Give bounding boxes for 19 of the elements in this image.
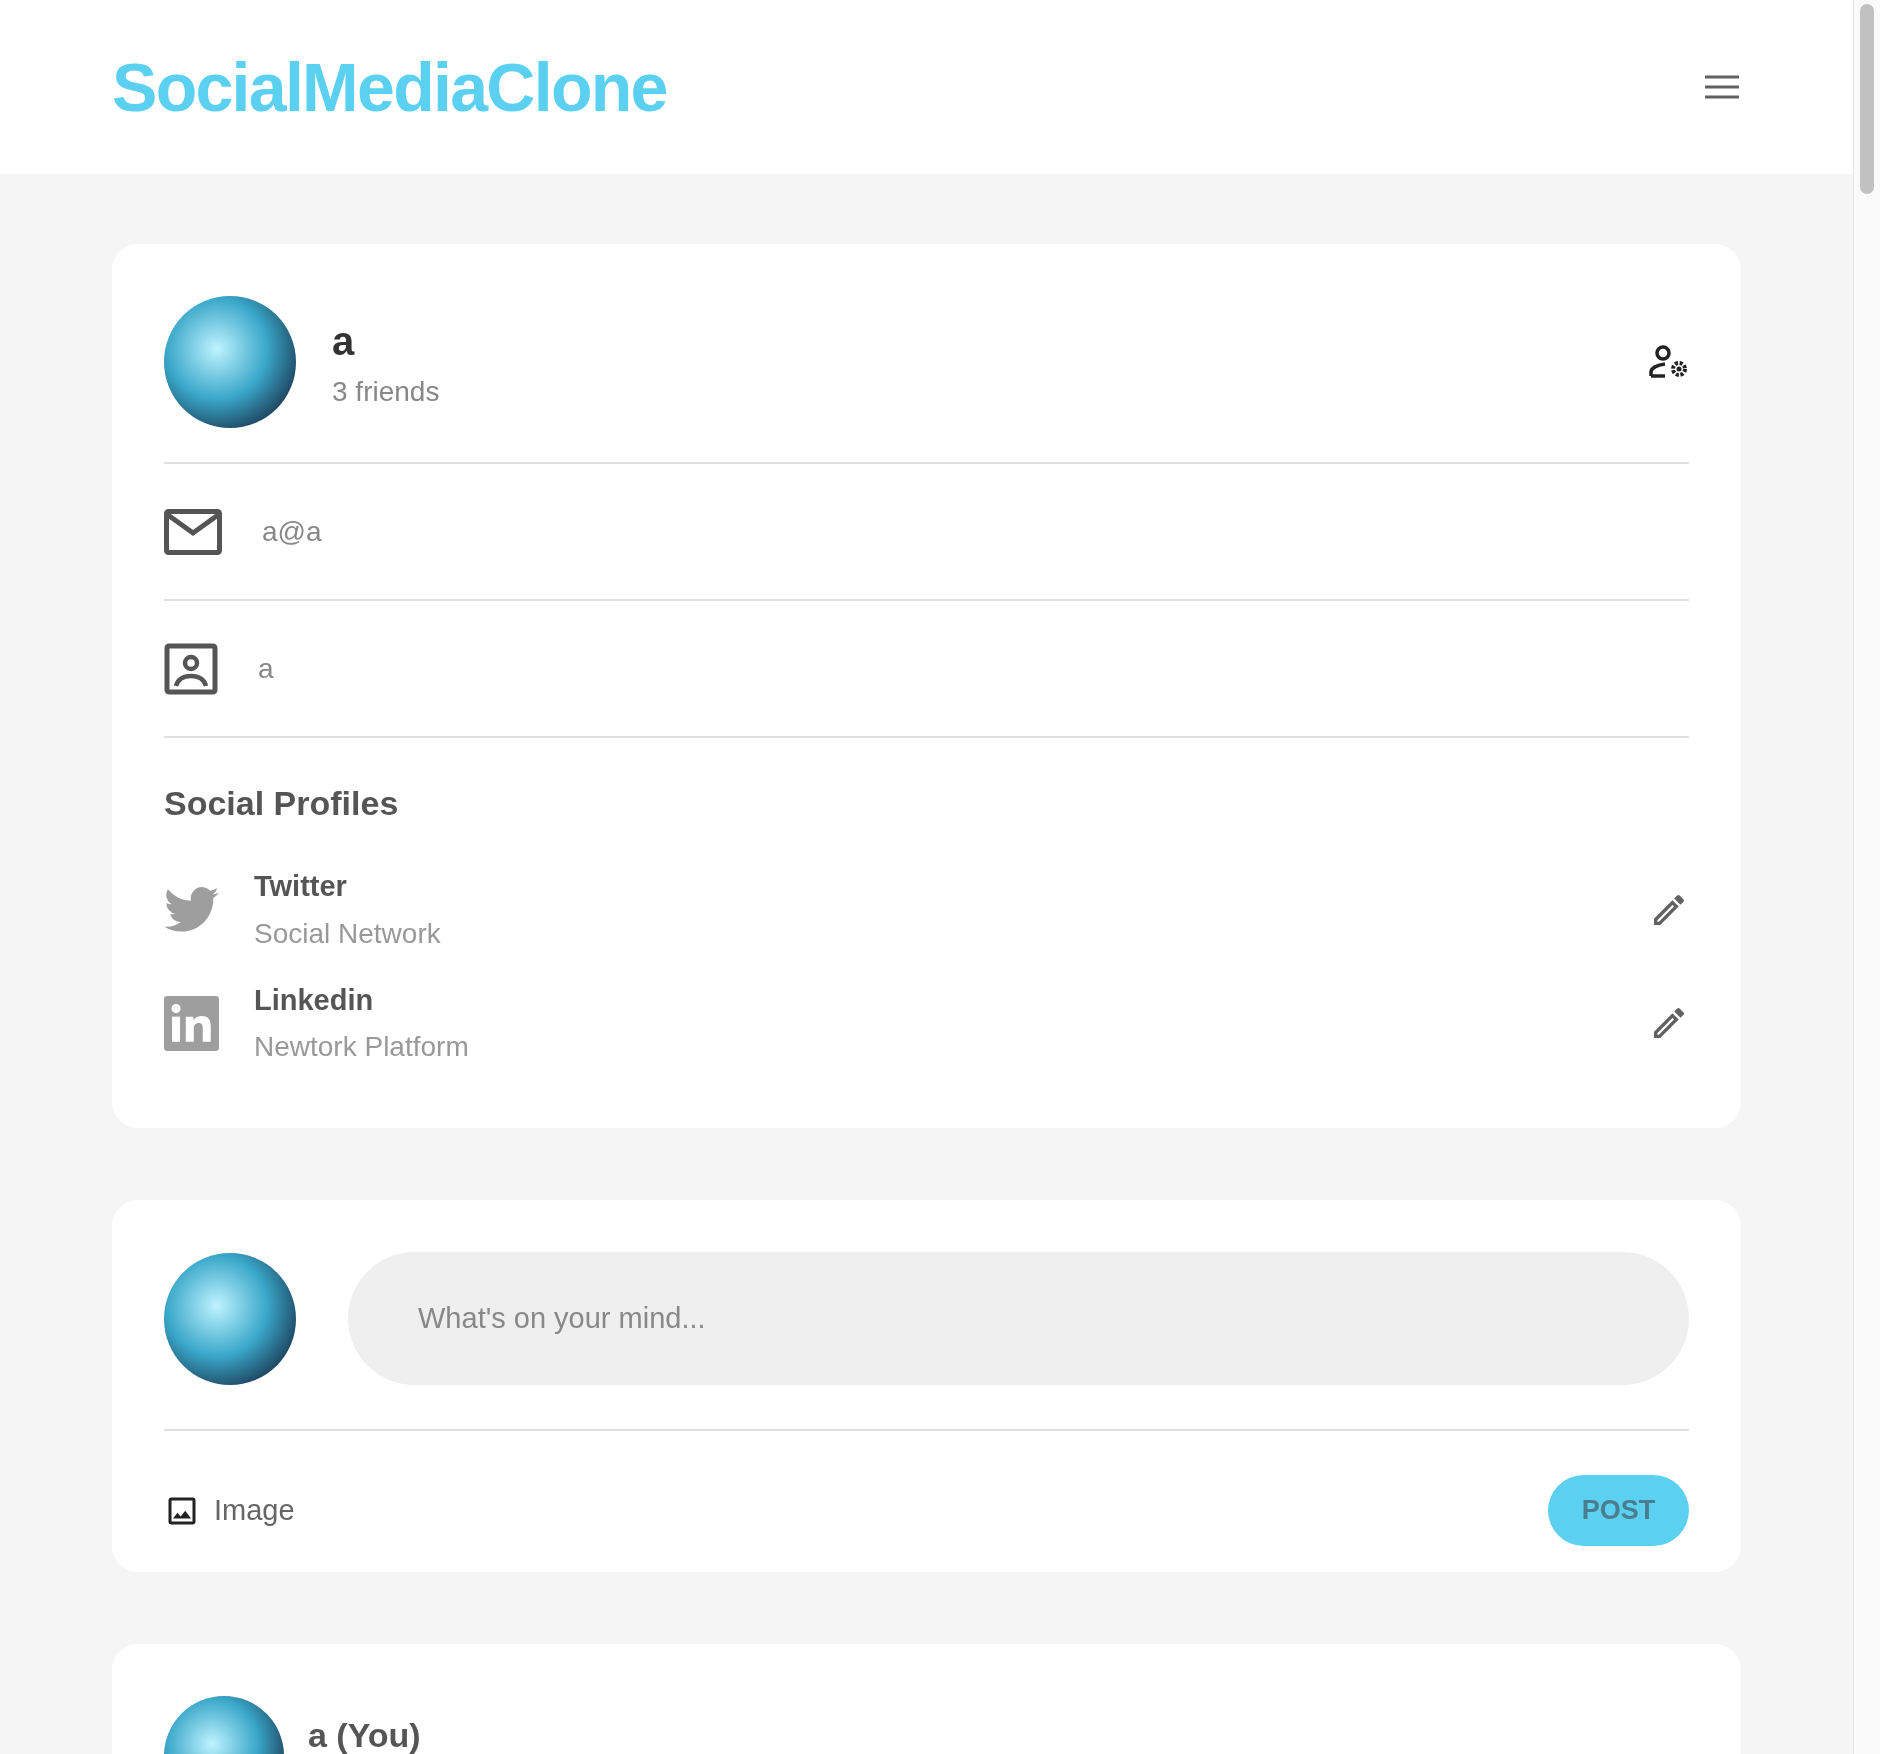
post-author: a (You) [308,1715,421,1754]
social-description: Social Network [254,916,442,951]
social-name: Twitter [254,869,348,904]
email-text: a@a [262,514,322,549]
envelope-icon [164,508,222,555]
linkedin-logo-icon [164,995,219,1051]
username-text: a [258,651,274,686]
bird-icon [164,885,219,934]
user-name: a [332,318,356,365]
social-description: Newtork Platform [254,1030,470,1064]
post-button[interactable]: POST [1548,1475,1689,1546]
contact-card-icon [164,642,218,695]
image-button[interactable]: Image [164,1488,295,1533]
social-name: Linkedin [254,982,375,1018]
section-heading: Social Profiles [164,783,400,824]
user-settings-icon[interactable] [1649,345,1689,379]
friends-count: 3 friends [332,375,441,409]
post-input-field[interactable]: What's on your mind... [348,1252,1689,1385]
app-logo[interactable]: SocialMediaClone [112,36,667,138]
